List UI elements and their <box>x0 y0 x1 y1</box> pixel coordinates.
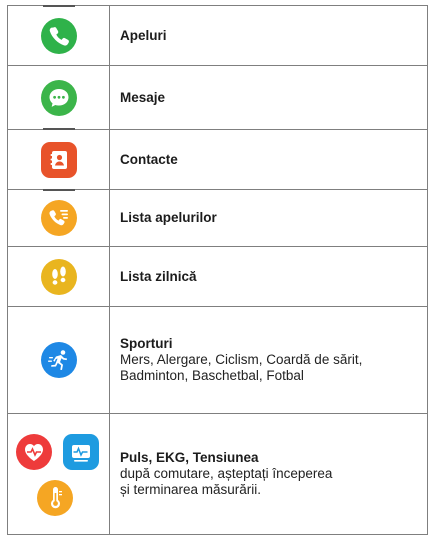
thermometer-icon <box>37 480 73 516</box>
phone-icon <box>40 17 77 54</box>
row-label: Puls, EKG, Tensiunea <box>120 450 259 465</box>
row-text: Mesaje <box>109 65 428 130</box>
icon-stack <box>8 414 109 534</box>
row-text: Sporturi Mers, Alergare, Ciclism, Coardă… <box>109 306 428 414</box>
table-row: Lista apelurilor <box>7 189 428 247</box>
ecg-icon <box>63 434 99 470</box>
feature-table: Apeluri Mesaje Contacte Lista apelurilor <box>7 5 428 535</box>
icon-cell <box>7 5 110 66</box>
row-label: Sporturi <box>120 336 173 351</box>
divider-notch <box>43 5 75 7</box>
call-list-icon <box>40 200 77 236</box>
row-text: Puls, EKG, Tensiunea după comutare, aște… <box>109 413 428 535</box>
table-row: Apeluri <box>7 5 428 66</box>
heart-rate-icon <box>16 434 52 470</box>
icon-cell <box>7 246 110 307</box>
divider-notch <box>43 189 75 191</box>
row-description: Badminton, Baschetbal, Fotbal <box>120 368 304 383</box>
table-row: Puls, EKG, Tensiunea după comutare, aște… <box>7 413 428 535</box>
table-row: Mesaje <box>7 65 428 130</box>
row-text: Contacte <box>109 129 428 190</box>
footsteps-icon <box>40 258 77 295</box>
row-text: Apeluri <box>109 5 428 66</box>
table-row: Contacte <box>7 129 428 190</box>
icon-cell <box>7 129 110 190</box>
contacts-icon <box>40 141 77 178</box>
message-icon <box>40 79 77 116</box>
row-label: Lista zilnică <box>120 268 197 284</box>
icon-cell <box>7 306 110 414</box>
table-row: Lista zilnică <box>7 246 428 307</box>
row-text: Lista zilnică <box>109 246 428 307</box>
row-text: Lista apelurilor <box>109 189 428 247</box>
icon-cell <box>7 65 110 130</box>
icon-cell <box>7 189 110 247</box>
row-label: Apeluri <box>120 27 167 43</box>
row-label: Mesaje <box>120 89 166 105</box>
table-row: Sporturi Mers, Alergare, Ciclism, Coardă… <box>7 306 428 414</box>
row-label: Lista apelurilor <box>120 210 217 225</box>
running-icon <box>40 342 77 378</box>
row-description: Mers, Alergare, Ciclism, Coardă de sărit… <box>120 352 363 367</box>
row-description: și terminarea măsurării. <box>120 482 262 497</box>
icon-cell <box>7 413 110 535</box>
row-label: Contacte <box>120 151 178 167</box>
row-description: după comutare, așteptați începerea <box>120 466 333 481</box>
